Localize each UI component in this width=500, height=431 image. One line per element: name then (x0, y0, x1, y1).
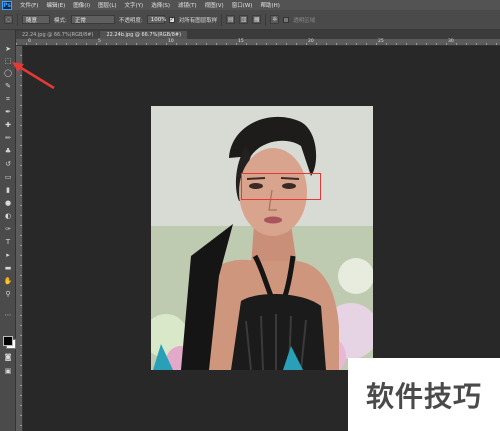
clone-stamp-icon[interactable]: ♣ (3, 146, 13, 156)
left-ruler (16, 46, 23, 431)
ruler-tick-label: 25 (378, 39, 384, 44)
photoshop-logo: Ps (2, 0, 12, 10)
divider (17, 13, 18, 26)
quick-mask-icon[interactable]: ◙ (3, 352, 13, 362)
align-center-icon[interactable]: ▥ (239, 15, 249, 24)
healing-icon[interactable]: ✚ (3, 120, 13, 130)
menu-select[interactable]: 选择(S) (147, 1, 174, 9)
transparent-label: 透明区域 (293, 17, 316, 24)
history-brush-icon[interactable]: ↺ (3, 159, 13, 169)
distribute-icon[interactable]: ▦ (252, 15, 262, 24)
eyedropper-icon[interactable]: ✒ (3, 107, 13, 117)
gear-icon[interactable]: ✲ (270, 15, 280, 24)
screen-mode-icon[interactable]: ▣ (3, 366, 13, 376)
tab-document-2[interactable]: 22.24b.jpg @ 66.7%(RGB/8#) (100, 31, 188, 39)
annotation-arrow-icon (12, 62, 55, 90)
mode-value: 正常 (74, 17, 86, 24)
opacity-value: 100% (150, 16, 167, 23)
mode-select[interactable]: 正常 (70, 15, 115, 24)
watermark: 软件技巧 (348, 358, 500, 431)
zoom-icon[interactable]: ⚲ (3, 289, 13, 299)
document-tabs: 22.24.jpg @ 66.7%(RGB/8#) 22.24b.jpg @ 6… (16, 30, 500, 39)
ruler-tick-label: 20 (308, 39, 314, 44)
brush-icon[interactable]: ✏ (3, 133, 13, 143)
menu-view[interactable]: 视图(V) (201, 1, 228, 9)
shape-icon[interactable]: ▬ (3, 263, 13, 273)
tab-document-1[interactable]: 22.24.jpg @ 66.7%(RGB/8#) (16, 31, 100, 39)
selection-rectangle[interactable] (241, 173, 321, 200)
menu-image[interactable]: 图像(I) (69, 1, 94, 9)
menu-type[interactable]: 文字(Y) (121, 1, 148, 9)
mode-label: 模式: (54, 17, 67, 24)
foreground-color-swatch[interactable] (3, 336, 13, 346)
divider (221, 13, 223, 26)
tool-preset-icon[interactable]: ◌ (4, 15, 13, 24)
opacity-label: 不透明度: (118, 17, 143, 24)
ruler-tick-label: 30 (448, 39, 454, 44)
document-canvas-photo[interactable] (151, 106, 373, 370)
menu-edit[interactable]: 编辑(E) (42, 1, 69, 9)
more-tools-icon[interactable]: ⋯ (3, 310, 13, 320)
menu-bar: Ps 文件(F) 编辑(E) 图像(I) 图层(L) 文字(Y) 选择(S) 滤… (0, 0, 500, 10)
options-bar: ◌ 随意 模式: 正常 不透明度: 100% ✓ 对所有图层取样 ▤ ▥ ▦ ✲… (0, 10, 500, 30)
sample-all-label: 对所有图层取样 (178, 17, 218, 24)
divider (265, 13, 267, 26)
eraser-icon[interactable]: ▭ (3, 172, 13, 182)
ruler-tick-label: 15 (238, 39, 244, 44)
pen-icon[interactable]: ✑ (3, 224, 13, 234)
sample-all-checkbox[interactable]: ✓ (168, 16, 175, 23)
ruler-numbers: 0 5 10 15 20 25 30 (16, 39, 500, 45)
transparent-checkbox[interactable] (283, 16, 290, 23)
gradient-icon[interactable]: ▮ (3, 185, 13, 195)
blur-icon[interactable]: ● (3, 198, 13, 208)
path-select-icon[interactable]: ▸ (3, 250, 13, 260)
move-icon[interactable]: ➤ (3, 44, 13, 54)
menu-filter[interactable]: 滤镜(T) (174, 1, 201, 9)
ruler-tick-label: 5 (98, 39, 101, 44)
opacity-input[interactable]: 100% (146, 15, 167, 24)
menu-layer[interactable]: 图层(L) (94, 1, 120, 9)
preset-select[interactable]: 随意 (22, 15, 50, 24)
menu-file[interactable]: 文件(F) (16, 1, 42, 9)
menu-help[interactable]: 帮助(H) (256, 1, 283, 9)
ruler-tick-label: 10 (168, 39, 174, 44)
ruler-tick-label: 0 (28, 39, 31, 44)
watermark-text: 软件技巧 (365, 379, 482, 413)
checkmark-icon: ✓ (169, 16, 174, 23)
align-icon[interactable]: ▤ (226, 15, 236, 24)
type-icon[interactable]: T (3, 237, 13, 247)
hand-icon[interactable]: ✋ (3, 276, 13, 286)
preset-value: 随意 (26, 17, 38, 24)
portrait-illustration (151, 106, 373, 370)
dodge-icon[interactable]: ◐ (3, 211, 13, 221)
menu-window[interactable]: 窗口(W) (228, 1, 257, 9)
